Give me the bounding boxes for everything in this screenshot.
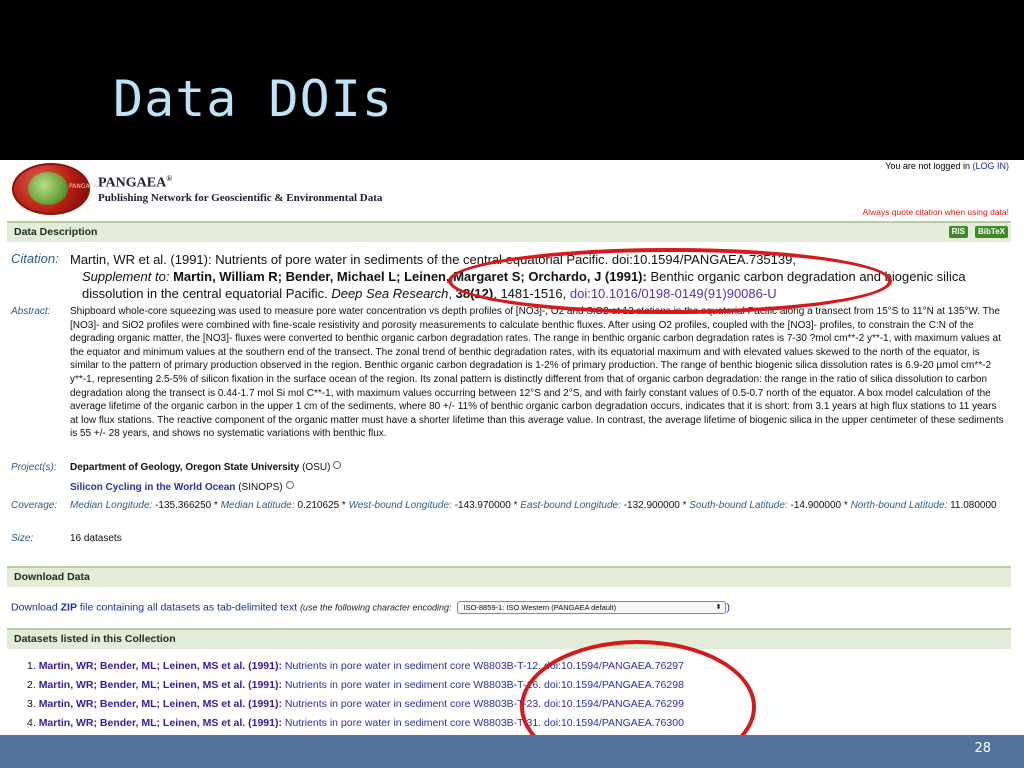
- doi-highlight-ellipse: [448, 248, 892, 314]
- citation-note: Always quote citation when using data!: [862, 207, 1009, 217]
- data-description-header: Data Description: [14, 226, 98, 238]
- datasets-bar: Datasets listed in this Collection: [7, 628, 1011, 649]
- encoding-select[interactable]: ISO-8859-1: ISO Western (PANGAEA default…: [457, 601, 727, 614]
- download-line: Download ZIP file containing all dataset…: [11, 601, 730, 614]
- ris-button[interactable]: RIS: [948, 226, 968, 238]
- abstract-text: Shipboard whole-core squeezing was used …: [70, 306, 1004, 440]
- download-bar: Download Data: [7, 566, 1011, 587]
- dataset-title-link[interactable]: Nutrients in pore water in sediment core…: [285, 660, 541, 672]
- coverage-label: Coverage:: [11, 500, 58, 511]
- brand-name: PANGAEA®: [98, 174, 173, 191]
- brand-tagline: Publishing Network for Geoscientific & E…: [98, 192, 383, 204]
- dataset-title-link[interactable]: Nutrients in pore water in sediment core…: [285, 717, 541, 729]
- slide-header: Data DOIs: [0, 0, 1024, 160]
- download-zip-link[interactable]: ZIP: [61, 601, 77, 613]
- login-link[interactable]: (LOG IN): [972, 161, 1009, 171]
- dataset-doi-highlight-ellipse: [520, 640, 756, 735]
- projects-label: Project(s):: [11, 462, 57, 473]
- slide-title: Data DOIs: [113, 70, 393, 128]
- datasets-header: Datasets listed in this Collection: [14, 633, 176, 645]
- globe-icon: [28, 172, 68, 205]
- project-osu-link[interactable]: Department of Geology, Oregon State Univ…: [70, 462, 299, 473]
- data-description-bar: Data Description RIS BibTeX: [7, 221, 1011, 242]
- citation-label: Citation:: [11, 251, 59, 266]
- dataset-authors-link[interactable]: Martin, WR; Bender, ML; Leinen, MS et al…: [39, 717, 282, 729]
- download-header: Download Data: [14, 571, 90, 583]
- abstract-label: Abstract:: [11, 306, 51, 317]
- search-icon[interactable]: [285, 481, 294, 489]
- logo-tag: PANGAEA: [69, 183, 98, 190]
- project-sinops-link[interactable]: Silicon Cycling in the World Ocean: [70, 482, 235, 493]
- dataset-authors-link[interactable]: Martin, WR; Bender, ML; Leinen, MS et al…: [39, 698, 282, 710]
- pangaea-screenshot: PANGAEA PANGAEA® Publishing Network for …: [0, 160, 1024, 735]
- page-number: 28: [974, 741, 991, 756]
- bibtex-button[interactable]: BibTeX: [975, 226, 1008, 238]
- chevron-updown-icon: ⬍: [715, 604, 722, 611]
- dataset-title-link[interactable]: Nutrients in pore water in sediment core…: [285, 698, 541, 710]
- project-sinops: Silicon Cycling in the World Ocean (SINO…: [70, 481, 1005, 495]
- size-value: 16 datasets: [70, 533, 122, 544]
- dataset-authors-link[interactable]: Martin, WR; Bender, ML; Leinen, MS et al…: [39, 679, 282, 691]
- login-status: You are not logged in (LOG IN): [885, 161, 1009, 171]
- slide-footer: 28: [0, 735, 1024, 768]
- search-icon[interactable]: [333, 461, 342, 469]
- coverage-values: Median Longitude: -135.366250 * Median L…: [70, 500, 997, 511]
- project-osu: Department of Geology, Oregon State Univ…: [70, 461, 1005, 475]
- dataset-title-link[interactable]: Nutrients in pore water in sediment core…: [285, 679, 541, 691]
- pangaea-logo[interactable]: PANGAEA: [12, 163, 97, 215]
- dataset-authors-link[interactable]: Martin, WR; Bender, ML; Leinen, MS et al…: [39, 660, 282, 672]
- size-label: Size:: [11, 533, 34, 544]
